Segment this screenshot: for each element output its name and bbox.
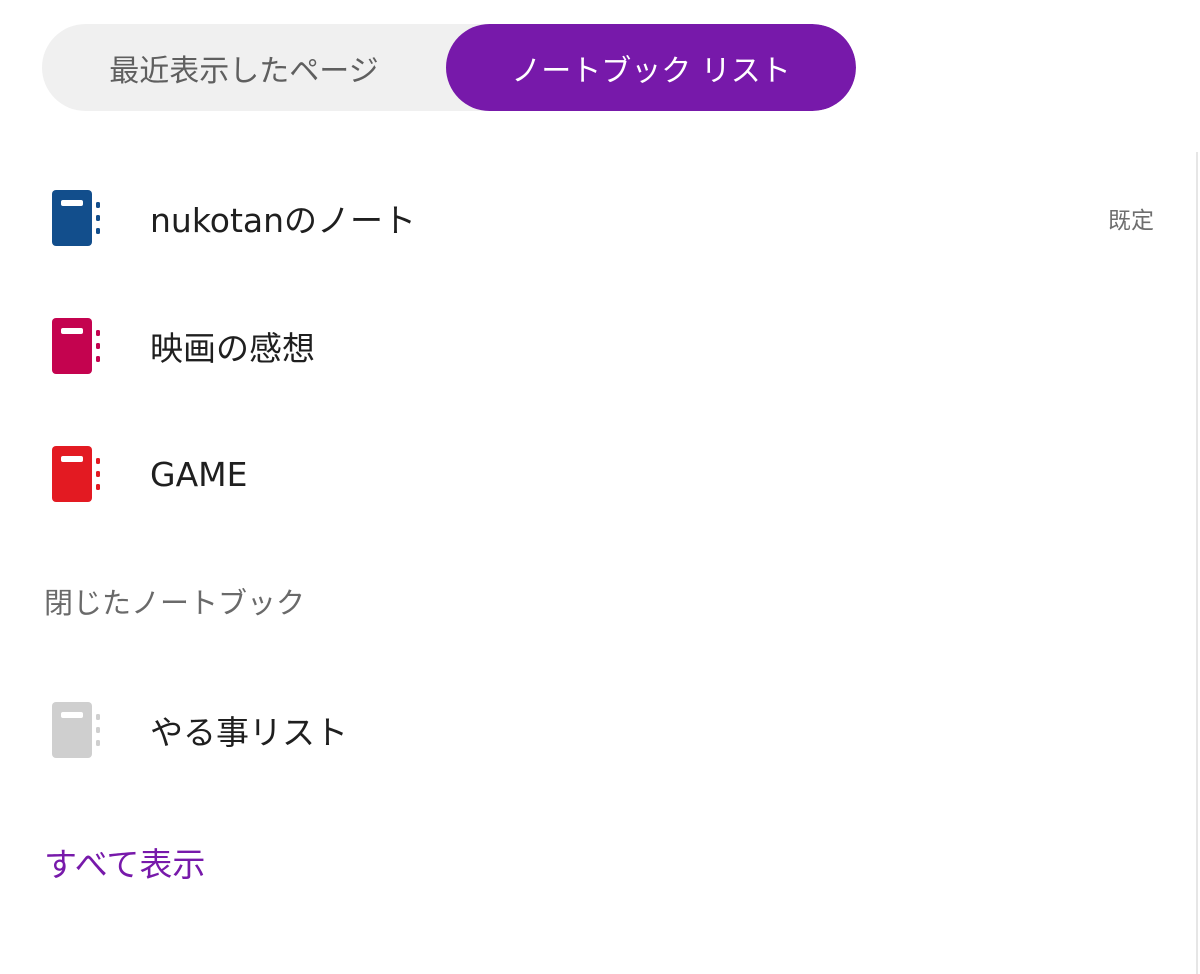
notebook-icon — [52, 190, 100, 246]
default-badge: 既定 — [1108, 208, 1154, 234]
tab-recent-pages-label: 最近表示したページ — [109, 53, 379, 89]
scrollbar[interactable] — [1196, 152, 1198, 974]
notebook-list-page: 最近表示したページ ノートブック リスト nukotanのノート 既定 映画の感… — [0, 0, 1200, 974]
notebook-name: 映画の感想 — [150, 329, 315, 368]
notebook-icon — [52, 318, 100, 374]
notebook-icon — [52, 446, 100, 502]
show-all-link[interactable]: すべて表示 — [44, 838, 205, 886]
notebook-item-todo-list[interactable]: やる事リスト — [0, 666, 1196, 794]
notebook-item-nukotan[interactable]: nukotanのノート 既定 — [0, 154, 1196, 282]
notebook-item-movie-reviews[interactable]: 映画の感想 — [0, 282, 1196, 410]
notebook-name: GAME — [150, 454, 248, 494]
notebook-item-game[interactable]: GAME — [0, 410, 1196, 538]
tab-recent-pages[interactable]: 最近表示したページ — [42, 24, 446, 111]
tab-switcher: 最近表示したページ ノートブック リスト — [42, 24, 856, 111]
tab-notebook-list-label: ノートブック リスト — [511, 53, 791, 89]
tab-notebook-list[interactable]: ノートブック リスト — [446, 24, 856, 111]
closed-notebooks-header: 閉じたノートブック — [44, 586, 306, 620]
notebook-name: nukotanのノート — [150, 201, 417, 240]
notebook-icon — [52, 702, 100, 758]
notebook-name: やる事リスト — [150, 713, 348, 752]
